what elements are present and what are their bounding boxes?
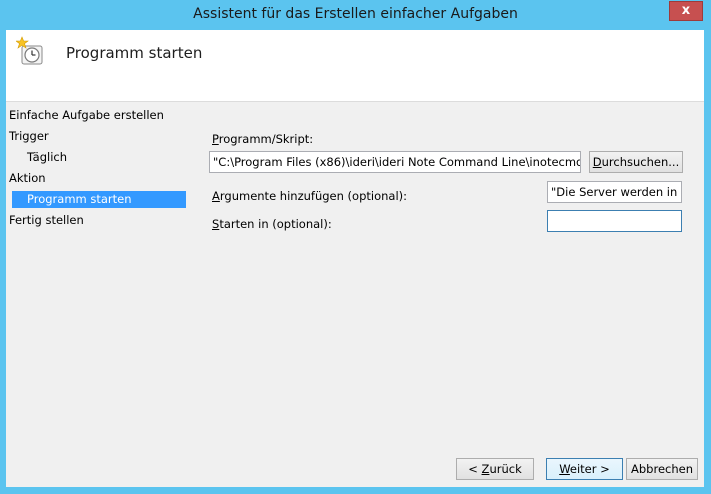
wizard-client-area: Programm starten Einfache Aufgabe erstel… xyxy=(6,30,704,487)
start-in-label: Starten in (optional): xyxy=(212,217,332,231)
clock-task-icon xyxy=(16,36,43,65)
back-button-post: urück xyxy=(489,462,522,476)
cancel-button[interactable]: Abbrechen xyxy=(626,458,698,480)
wizard-steps-nav: Einfache Aufgabe erstellen Trigger Tägli… xyxy=(6,103,192,487)
close-button[interactable]: x xyxy=(669,1,703,21)
nav-item-daily[interactable]: Täglich xyxy=(27,149,67,166)
arguments-label-text: rgumente hinzufügen (optional): xyxy=(219,189,408,203)
arguments-input[interactable]: "Die Server werden in kü xyxy=(547,181,682,203)
next-button-post: eiter > xyxy=(569,462,610,476)
wizard-content: Programm/Skript: "C:\Program Files (x86)… xyxy=(206,103,704,433)
wizard-window: Assistent für das Erstellen einfacher Au… xyxy=(0,0,711,494)
nav-item-start-program[interactable]: Programm starten xyxy=(12,191,186,208)
start-in-label-text: tarten in (optional): xyxy=(219,217,332,231)
start-in-input[interactable] xyxy=(547,210,682,232)
program-script-input[interactable]: "C:\Program Files (x86)\ideri\ideri Note… xyxy=(209,151,581,173)
wizard-header: Programm starten xyxy=(6,30,704,102)
back-button[interactable]: < Zurück xyxy=(456,458,534,480)
browse-button[interactable]: Durchsuchen... xyxy=(589,151,683,173)
window-title: Assistent für das Erstellen einfacher Au… xyxy=(193,6,518,22)
next-button-mnemonic: W xyxy=(559,462,570,476)
title-bar[interactable]: Assistent für das Erstellen einfacher Au… xyxy=(0,0,711,30)
next-button[interactable]: Weiter > xyxy=(546,458,623,480)
nav-item-finish[interactable]: Fertig stellen xyxy=(9,212,84,229)
arguments-label: Argumente hinzufügen (optional): xyxy=(212,189,408,203)
program-script-label: Programm/Skript: xyxy=(212,132,314,146)
page-title: Programm starten xyxy=(66,44,203,62)
nav-item-action[interactable]: Aktion xyxy=(9,170,46,187)
nav-item-create-task[interactable]: Einfache Aufgabe erstellen xyxy=(9,107,164,124)
nav-item-trigger[interactable]: Trigger xyxy=(9,128,49,145)
back-button-pre: < xyxy=(468,462,482,476)
program-script-label-text: rogramm/Skript: xyxy=(218,132,314,146)
browse-button-label: urchsuchen... xyxy=(601,155,680,169)
